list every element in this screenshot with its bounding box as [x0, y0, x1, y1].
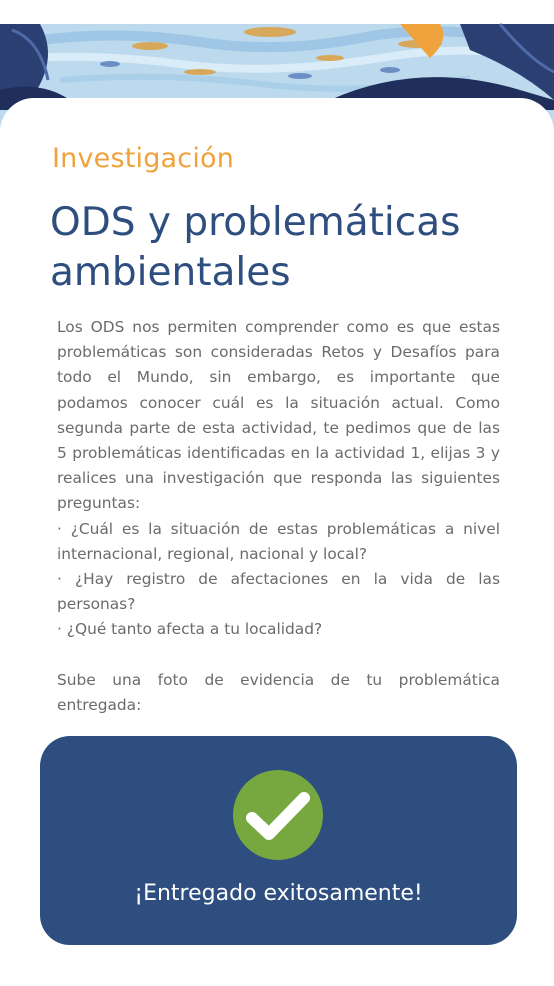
instructions-paragraph: Los ODS nos permiten comprender como es …: [57, 318, 500, 513]
upload-prompt: Sube una foto de evidencia de tu problem…: [57, 670, 500, 714]
question-item: · ¿Hay registro de afectaciones en la vi…: [57, 570, 500, 614]
question-item: · ¿Qué tanto afecta a tu localidad?: [57, 620, 323, 639]
question-item: · ¿Cuál es la situación de estas problem…: [57, 519, 500, 563]
submission-status-panel: ¡Entregado exitosamente!: [40, 736, 517, 945]
check-icon: [233, 770, 323, 860]
submission-status-text: ¡Entregado exitosamente!: [134, 881, 423, 906]
activity-instructions: Los ODS nos permiten comprender como es …: [57, 315, 500, 718]
page-title: ODS y problemáticas ambientales: [50, 200, 461, 295]
section-kicker: Investigación: [52, 143, 235, 174]
